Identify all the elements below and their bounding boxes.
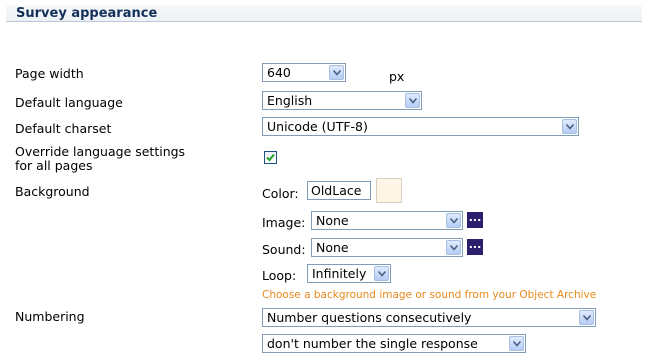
numbering-mode-value: Number questions consecutively [267,310,472,325]
page-width-select[interactable]: 640 [262,63,346,82]
loop-label: Loop: [262,268,297,283]
checkmark-icon [266,153,275,162]
sound-value: None [316,240,349,255]
numbering-label: Numbering [15,309,85,324]
image-browse-button[interactable]: ... [467,212,483,228]
sound-select[interactable]: None [311,238,463,257]
default-language-value: English [267,93,313,108]
ellipsis-icon: ... [468,238,482,251]
chevron-down-icon[interactable] [509,336,524,351]
loop-select[interactable]: Infinitely [307,264,391,283]
numbering-mode-select[interactable]: Number questions consecutively [262,308,596,327]
sound-label: Sound: [262,242,306,257]
numbering-single-select[interactable]: don't number the single response [262,334,526,353]
page-width-value: 640 [267,65,291,80]
section-header: Survey appearance [6,5,642,22]
override-label-line1: Override language settings [15,144,186,159]
numbering-single-value: don't number the single response [267,336,478,351]
default-language-select[interactable]: English [262,91,422,110]
chevron-down-icon[interactable] [374,266,389,281]
default-charset-label: Default charset [15,121,112,136]
color-label: Color: [262,186,299,201]
chevron-down-icon[interactable] [446,213,461,228]
default-charset-select[interactable]: Unicode (UTF-8) [262,117,579,136]
image-value: None [316,213,349,228]
default-charset-value: Unicode (UTF-8) [267,119,368,134]
override-label-line2: for all pages [15,158,93,173]
image-select[interactable]: None [311,211,463,230]
sound-browse-button[interactable]: ... [467,239,483,255]
image-label: Image: [262,215,306,230]
chevron-down-icon[interactable] [329,65,344,80]
background-hint: Choose a background image or sound from … [262,289,597,301]
override-checkbox[interactable] [264,151,277,164]
chevron-down-icon[interactable] [562,119,577,134]
page-width-label: Page width [15,66,84,81]
color-input[interactable]: OldLace [307,181,371,200]
chevron-down-icon[interactable] [446,240,461,255]
background-label: Background [15,184,90,199]
default-language-label: Default language [15,95,123,110]
ellipsis-icon: ... [468,211,482,224]
color-swatch[interactable] [376,178,402,203]
page-width-unit: px [389,69,405,84]
chevron-down-icon[interactable] [405,93,420,108]
section-title: Survey appearance [16,6,158,21]
chevron-down-icon[interactable] [579,310,594,325]
loop-value: Infinitely [312,266,367,281]
